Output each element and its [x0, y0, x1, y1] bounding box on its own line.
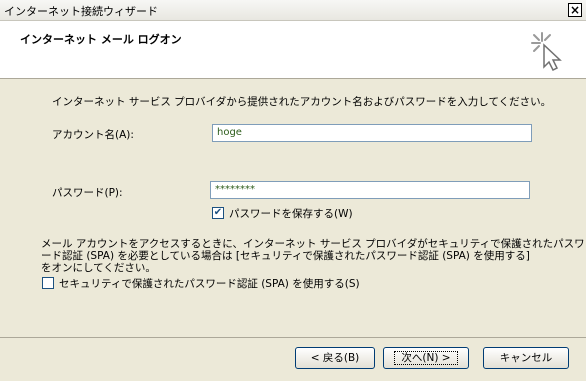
- next-button-label: 次へ(N) >: [394, 351, 458, 365]
- wizard-cursor-icon: [531, 32, 562, 71]
- account-name-label: アカウント名(A):: [52, 129, 134, 141]
- close-icon: ×: [569, 3, 581, 17]
- use-spa-checkbox[interactable]: [42, 277, 54, 289]
- wizard-body: インターネット サービス プロバイダから提供されたアカウント名およびパスワードを…: [0, 79, 586, 337]
- window-title: インターネット接続ウィザード: [4, 5, 158, 18]
- footer-divider: [0, 337, 586, 338]
- password-field[interactable]: ********: [210, 181, 530, 199]
- wizard-header: インターネット メール ログオン: [0, 21, 586, 79]
- use-spa-label[interactable]: セキュリティで保護されたパスワード認証 (SPA) を使用する(S): [59, 276, 360, 291]
- page-title: インターネット メール ログオン: [20, 33, 182, 46]
- check-mark-icon: ✔: [213, 207, 223, 218]
- wizard-window: インターネット接続ウィザード × インターネット メール ログオン インターネッ…: [0, 0, 586, 381]
- title-bar: インターネット接続ウィザード ×: [0, 0, 586, 21]
- spa-note-line-3: をオンにしてください。: [41, 262, 156, 274]
- cancel-button-label: キャンセル: [499, 352, 553, 364]
- close-button[interactable]: ×: [568, 3, 582, 17]
- back-button-label: < 戻る(B): [310, 352, 360, 364]
- next-button[interactable]: 次へ(N) >: [383, 347, 469, 369]
- account-name-field[interactable]: hoge: [212, 124, 532, 142]
- password-label: パスワード(P):: [52, 187, 123, 199]
- save-password-checkbox[interactable]: ✔: [212, 207, 224, 219]
- save-password-label[interactable]: パスワードを保存する(W): [229, 206, 353, 221]
- back-button[interactable]: < 戻る(B): [295, 347, 375, 369]
- cancel-button[interactable]: キャンセル: [483, 347, 569, 369]
- intro-text: インターネット サービス プロバイダから提供されたアカウント名およびパスワードを…: [52, 96, 552, 108]
